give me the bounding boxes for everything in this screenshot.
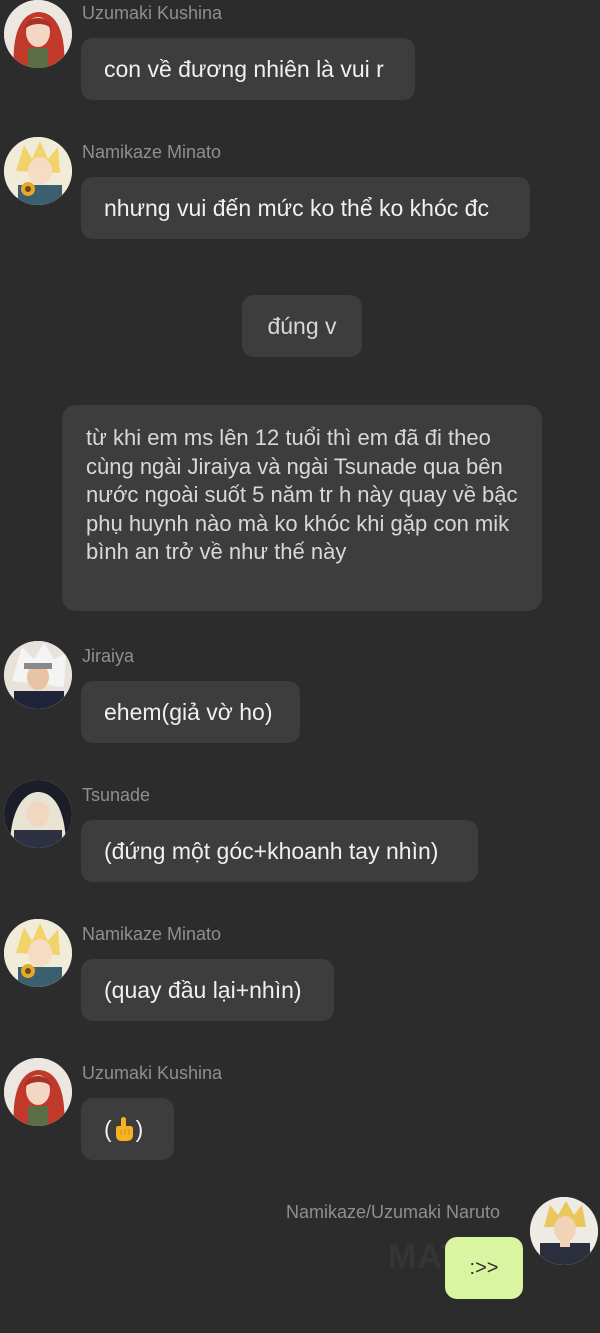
avatar-namikaze-minato[interactable]: [4, 137, 72, 205]
sender-name: Namikaze Minato: [82, 142, 222, 162]
sender-name: Uzumaki Kushina: [82, 3, 223, 23]
avatar-namikaze-minato[interactable]: [4, 919, 72, 987]
message-text: ): [135, 1115, 144, 1142]
message-bubble[interactable]: (quay đầu lại+nhìn): [81, 959, 334, 1021]
message-bubble[interactable]: (đứng một góc+khoanh tay nhìn): [81, 820, 478, 882]
sender-name: Tsunade: [82, 785, 151, 805]
narration-bubble[interactable]: từ khi em ms lên 12 tuổi thì em đã đi th…: [62, 405, 542, 611]
sender-name: Jiraiya: [82, 646, 135, 666]
message-text: (: [104, 1115, 112, 1142]
avatar-uzumaki-kushina[interactable]: [4, 1058, 72, 1126]
my-message-bubble[interactable]: :>>: [445, 1237, 523, 1299]
centered-message-bubble[interactable]: đúng v: [242, 295, 362, 357]
avatar-uzumaki-kushina[interactable]: [4, 0, 72, 68]
message-bubble[interactable]: ( ): [81, 1098, 174, 1160]
avatar-tsunade[interactable]: [4, 780, 72, 848]
message-bubble[interactable]: con về đương nhiên là vui r: [81, 38, 415, 100]
pointing-up-hand-icon: [113, 1116, 135, 1142]
sender-name: Namikaze/Uzumaki Naruto: [286, 1202, 501, 1222]
avatar-namikaze-uzumaki-naruto[interactable]: [530, 1197, 598, 1265]
avatar-jiraiya[interactable]: [4, 641, 72, 709]
message-bubble[interactable]: ehem(giả vờ ho): [81, 681, 300, 743]
sender-name: Namikaze Minato: [82, 924, 222, 944]
sender-name: Uzumaki Kushina: [82, 1063, 223, 1083]
message-bubble[interactable]: nhưng vui đến mức ko thể ko khóc đc: [81, 177, 530, 239]
